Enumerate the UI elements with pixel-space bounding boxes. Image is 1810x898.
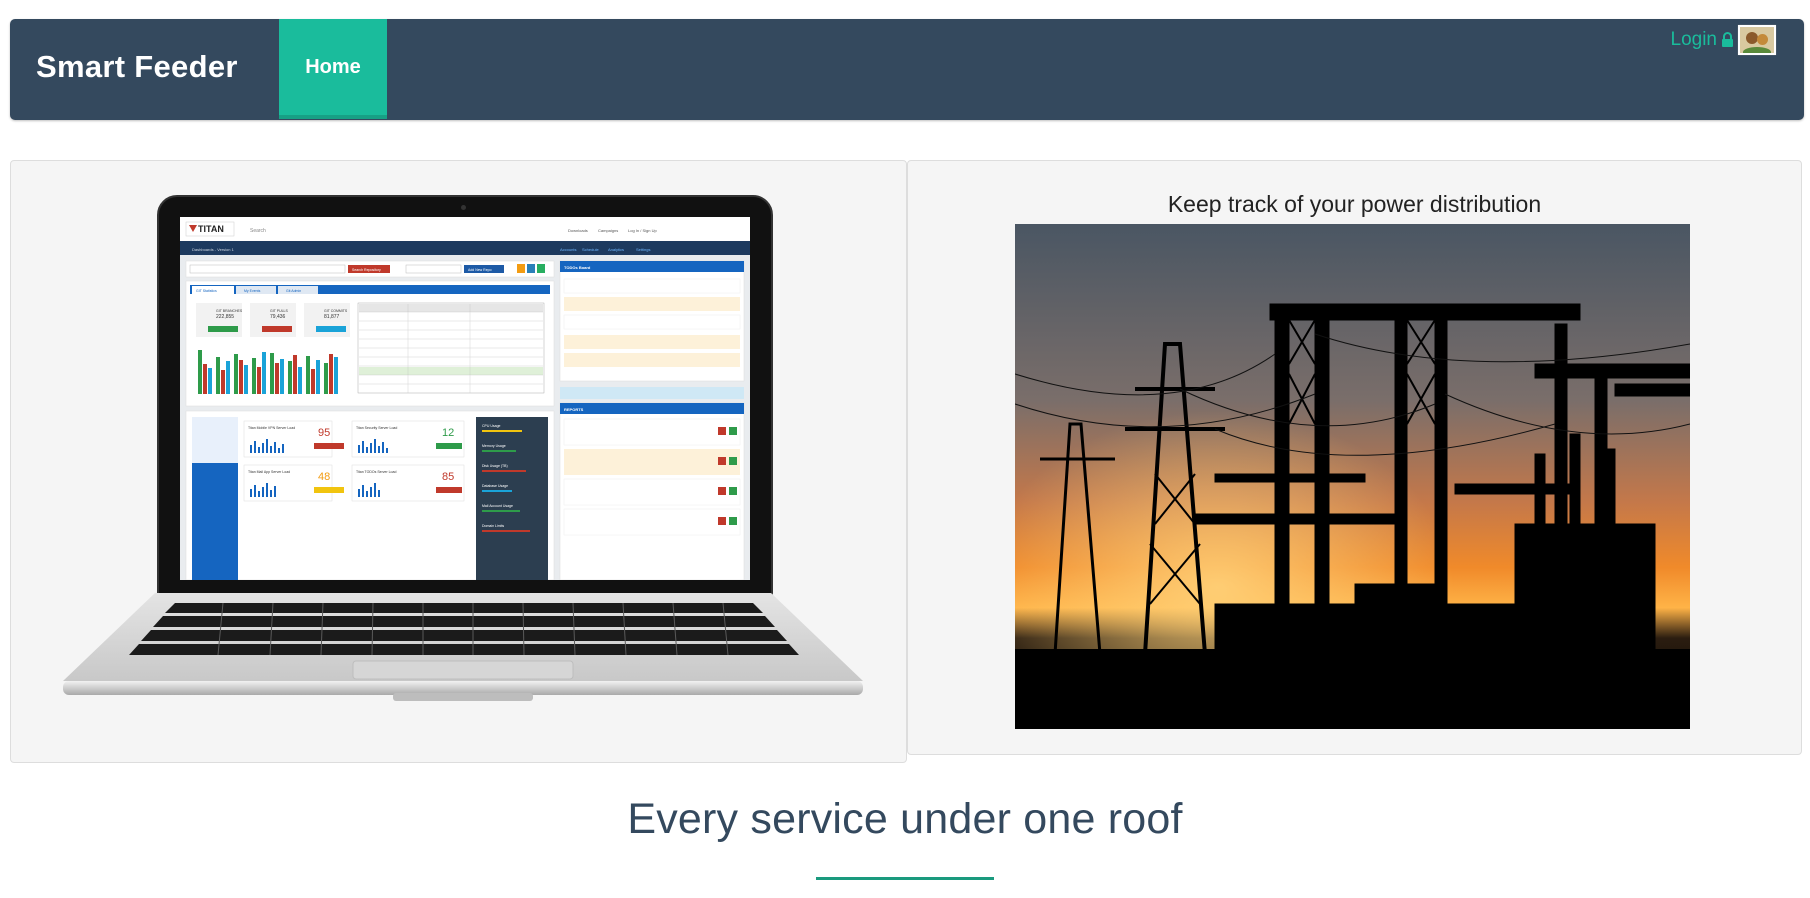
svg-text:GIT COMMITS: GIT COMMITS (324, 309, 348, 313)
svg-text:Log In / Sign Up: Log In / Sign Up (628, 228, 657, 233)
svg-text:Schedule: Schedule (582, 247, 599, 252)
svg-text:Domain Limits: Domain Limits (482, 524, 504, 528)
login-link[interactable]: Login (1671, 25, 1776, 55)
svg-text:79,436: 79,436 (270, 314, 286, 320)
power-substation-image (1015, 224, 1690, 729)
svg-text:Settings: Settings (636, 247, 650, 252)
svg-text:48: 48 (318, 471, 330, 483)
svg-text:81,877: 81,877 (324, 314, 340, 320)
svg-text:REPORTS: REPORTS (564, 407, 584, 412)
svg-text:Titan Security Server Load: Titan Security Server Load (356, 426, 397, 430)
svg-text:CPU Usage: CPU Usage (482, 424, 501, 428)
svg-text:Search Repository: Search Repository (352, 268, 381, 272)
top-navbar: Smart Feeder Home Login (10, 19, 1804, 120)
svg-text:Git Admin: Git Admin (286, 289, 301, 293)
laptop-preview-panel: TITAN Search Downloads Campaigns Log In … (10, 160, 907, 763)
svg-text:Dashboards - Version 1: Dashboards - Version 1 (192, 247, 235, 252)
avatar-icon[interactable] (1738, 25, 1776, 55)
svg-text:Campaigns: Campaigns (598, 228, 618, 233)
brand-title[interactable]: Smart Feeder (36, 49, 238, 85)
svg-text:95: 95 (318, 427, 330, 439)
svg-text:Add New Repo: Add New Repo (468, 268, 492, 272)
laptop-base (63, 589, 863, 709)
svg-text:Disk Usage (TB): Disk Usage (TB) (482, 464, 508, 468)
dashboard-screenshot: TITAN Search Downloads Campaigns Log In … (180, 217, 750, 580)
svg-text:Titan TODOs Server Load: Titan TODOs Server Load (356, 470, 396, 474)
power-distribution-panel: Keep track of your power distribution (907, 160, 1802, 755)
svg-text:GIT Statistics: GIT Statistics (196, 289, 217, 293)
svg-text:Downloads: Downloads (568, 228, 588, 233)
svg-text:Memory Usage: Memory Usage (482, 444, 506, 448)
svg-text:222,855: 222,855 (216, 314, 234, 320)
lock-icon (1722, 32, 1733, 47)
svg-text:12: 12 (442, 427, 454, 439)
svg-text:Titan Mobile VPN Server Load: Titan Mobile VPN Server Load (248, 426, 295, 430)
svg-text:GIT BRANCHES: GIT BRANCHES (216, 309, 243, 313)
svg-text:My Events: My Events (244, 289, 261, 293)
laptop-lid: TITAN Search Downloads Campaigns Log In … (157, 195, 773, 597)
svg-text:85: 85 (442, 471, 454, 483)
login-label[interactable]: Login (1671, 29, 1718, 51)
svg-text:Titan Mail App Server Load: Titan Mail App Server Load (248, 470, 290, 474)
svg-text:Analytics: Analytics (608, 247, 624, 252)
svg-text:GIT PULLS: GIT PULLS (270, 309, 288, 313)
tagline-underline (816, 877, 994, 880)
svg-text:TODOs Board: TODOs Board (564, 265, 591, 270)
panel-heading: Keep track of your power distribution (1167, 191, 1542, 217)
app-logo-text: TITAN (198, 224, 224, 234)
laptop-mockup: TITAN Search Downloads Campaigns Log In … (63, 189, 863, 729)
tagline-heading: Every service under one roof (627, 795, 1183, 843)
nav-home-link[interactable]: Home (279, 19, 387, 119)
svg-text:Mail Account Usage: Mail Account Usage (482, 504, 513, 508)
svg-text:Search: Search (250, 228, 266, 234)
svg-text:Accounts: Accounts (560, 247, 576, 252)
svg-text:Database Usage: Database Usage (482, 484, 508, 488)
